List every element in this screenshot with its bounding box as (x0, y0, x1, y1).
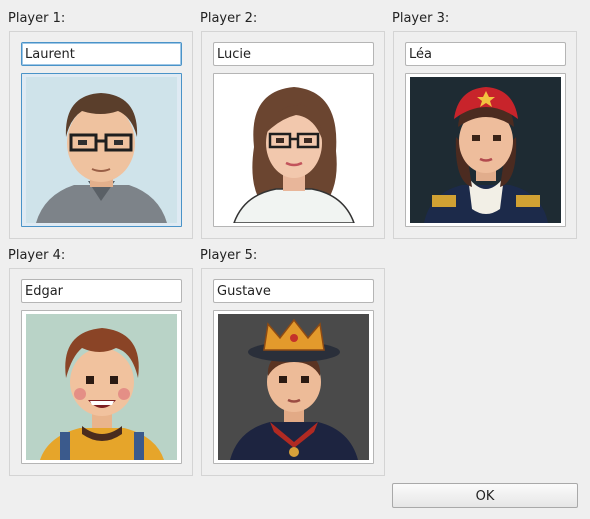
player-1-name-input[interactable] (21, 42, 182, 66)
player-4-name-input[interactable] (21, 279, 182, 303)
player-4-label: Player 4: (8, 248, 66, 263)
player-3-name-input[interactable] (405, 42, 566, 66)
avatar-man-glasses-icon (26, 77, 177, 223)
player-5-name-input[interactable] (213, 279, 374, 303)
player-2-label: Player 2: (200, 11, 258, 26)
player-1-card (9, 31, 193, 239)
player-4-card (9, 268, 193, 476)
avatar-crowned-boy-icon (218, 314, 369, 460)
player-2-avatar-button[interactable] (213, 73, 374, 227)
player-5-card (201, 268, 385, 476)
avatar-woman-glasses-icon (218, 77, 369, 223)
player-2-name-input[interactable] (213, 42, 374, 66)
avatar-woman-red-cap-icon (410, 77, 561, 223)
player-2-card (201, 31, 385, 239)
player-1-avatar-button[interactable] (21, 73, 182, 227)
ok-button[interactable]: OK (392, 483, 578, 508)
player-5-label: Player 5: (200, 248, 258, 263)
player-1-label: Player 1: (8, 11, 66, 26)
player-4-avatar-button[interactable] (21, 310, 182, 464)
player-3-card (393, 31, 577, 239)
avatar-smiling-boy-icon (26, 314, 177, 460)
player-3-label: Player 3: (392, 11, 450, 26)
player-5-avatar-button[interactable] (213, 310, 374, 464)
player-3-avatar-button[interactable] (405, 73, 566, 227)
